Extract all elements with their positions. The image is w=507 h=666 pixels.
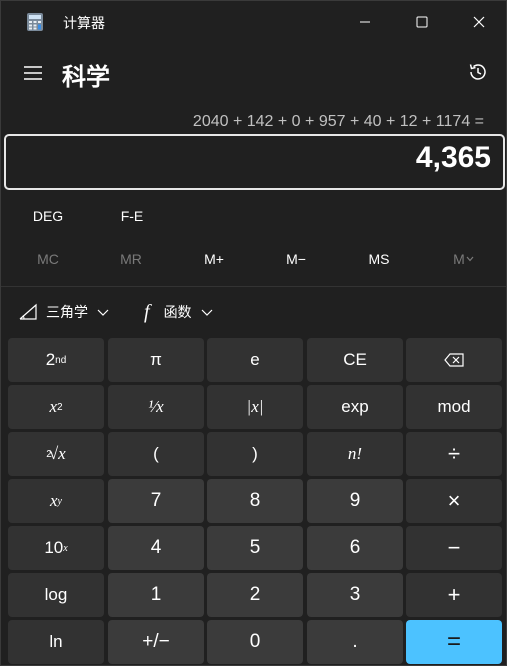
right-paren-key[interactable]: ) [207, 432, 303, 476]
backspace-key[interactable] [406, 338, 502, 382]
digit-3-key[interactable]: 3 [307, 573, 403, 617]
angle-unit-button[interactable]: DEG [23, 201, 73, 231]
second-function-key[interactable]: 2nd [8, 338, 104, 382]
memory-list-label: M [453, 251, 465, 267]
square-key-sup: 2 [56, 401, 63, 413]
divide-key[interactable]: ÷ [406, 432, 502, 476]
factorial-key[interactable]: n! [307, 432, 403, 476]
multiply-key[interactable]: × [406, 479, 502, 523]
ten-power-key[interactable]: 10 x [8, 526, 104, 570]
root-symbol: √x [48, 444, 66, 463]
divider [1, 286, 506, 287]
second-key-sup: nd [55, 354, 67, 366]
euler-key[interactable]: e [207, 338, 303, 382]
expression-display: 2040 + 142 + 0 + 957 + 40 + 12 + 1174 = [192, 113, 484, 130]
fe-notation-button[interactable]: F-E [107, 201, 157, 231]
result-value: 4,365 [415, 141, 491, 174]
square-key-base: x [49, 397, 57, 416]
ten-power-base: 10 [44, 538, 64, 557]
power-key-sup: y [57, 495, 62, 507]
function-dropdown[interactable]: f 函数 [144, 298, 214, 326]
pi-key[interactable]: π [108, 338, 204, 382]
add-key[interactable]: + [406, 573, 502, 617]
digit-7-key[interactable]: 7 [108, 479, 204, 523]
digit-4-key[interactable]: 4 [108, 526, 204, 570]
calculator-app-icon [27, 13, 43, 31]
mod-key[interactable]: mod [406, 385, 502, 429]
triangle-icon [19, 303, 37, 320]
close-button[interactable] [451, 1, 506, 43]
subtract-key[interactable]: − [406, 526, 502, 570]
mode-title: 科学 [62, 64, 110, 91]
title-bar: 计算器 [1, 1, 506, 43]
digit-9-key[interactable]: 9 [307, 479, 403, 523]
memory-subtract-button[interactable]: M− [261, 244, 331, 274]
reciprocal-key[interactable]: ¹⁄x [108, 385, 204, 429]
log-key[interactable]: log [8, 573, 104, 617]
power-key-base: x [50, 491, 58, 510]
maximize-icon [416, 16, 428, 28]
absolute-value-key[interactable]: |x| [207, 385, 303, 429]
negate-key[interactable]: +/− [108, 620, 204, 664]
decimal-key[interactable]: . [307, 620, 403, 664]
digit-5-key[interactable]: 5 [207, 526, 303, 570]
square-key[interactable]: x2 [8, 385, 104, 429]
result-display[interactable]: 4,365 [4, 134, 505, 190]
memory-recall-button[interactable]: MR [96, 244, 166, 274]
ten-power-sup: x [63, 542, 68, 554]
factorial-label: n! [347, 444, 363, 463]
reciprocal-key-label: ¹⁄x [148, 397, 164, 416]
clear-entry-key[interactable]: CE [307, 338, 403, 382]
digit-2-key[interactable]: 2 [207, 573, 303, 617]
function-label: 函数 [163, 304, 192, 320]
hamburger-menu-icon[interactable] [23, 63, 43, 83]
function-icon: f [144, 300, 150, 323]
minimize-button[interactable] [337, 1, 393, 43]
chevron-down-icon [97, 309, 109, 316]
ln-key[interactable]: ln [8, 620, 104, 664]
digit-0-key[interactable]: 0 [207, 620, 303, 664]
second-key-label: 2 [45, 350, 56, 369]
memory-list-button[interactable]: M [429, 244, 499, 274]
memory-clear-button[interactable]: MC [13, 244, 83, 274]
calculator-window: 计算器 科学 2040 + 142 + 0 + 957 + 40 + 12 + … [0, 0, 507, 666]
digit-6-key[interactable]: 6 [307, 526, 403, 570]
memory-store-button[interactable]: MS [344, 244, 414, 274]
left-paren-key[interactable]: ( [108, 432, 204, 476]
chevron-down-icon [201, 309, 212, 316]
trigonometry-dropdown[interactable]: 三角学 [18, 298, 110, 326]
digit-8-key[interactable]: 8 [207, 479, 303, 523]
history-icon[interactable] [467, 61, 489, 83]
memory-add-button[interactable]: M+ [179, 244, 249, 274]
equals-key[interactable]: = [406, 620, 502, 664]
power-key[interactable]: xy [8, 479, 104, 523]
exp-key[interactable]: exp [307, 385, 403, 429]
chevron-down-icon [466, 256, 474, 262]
absolute-value-label: |x| [246, 397, 264, 416]
backspace-icon [444, 353, 464, 367]
minimize-icon [360, 21, 370, 23]
trigonometry-label: 三角学 [46, 304, 88, 320]
square-root-key[interactable]: 2 √x [8, 432, 104, 476]
maximize-button[interactable] [394, 1, 450, 43]
window-title: 计算器 [63, 15, 105, 31]
digit-1-key[interactable]: 1 [108, 573, 204, 617]
close-icon [473, 16, 485, 28]
